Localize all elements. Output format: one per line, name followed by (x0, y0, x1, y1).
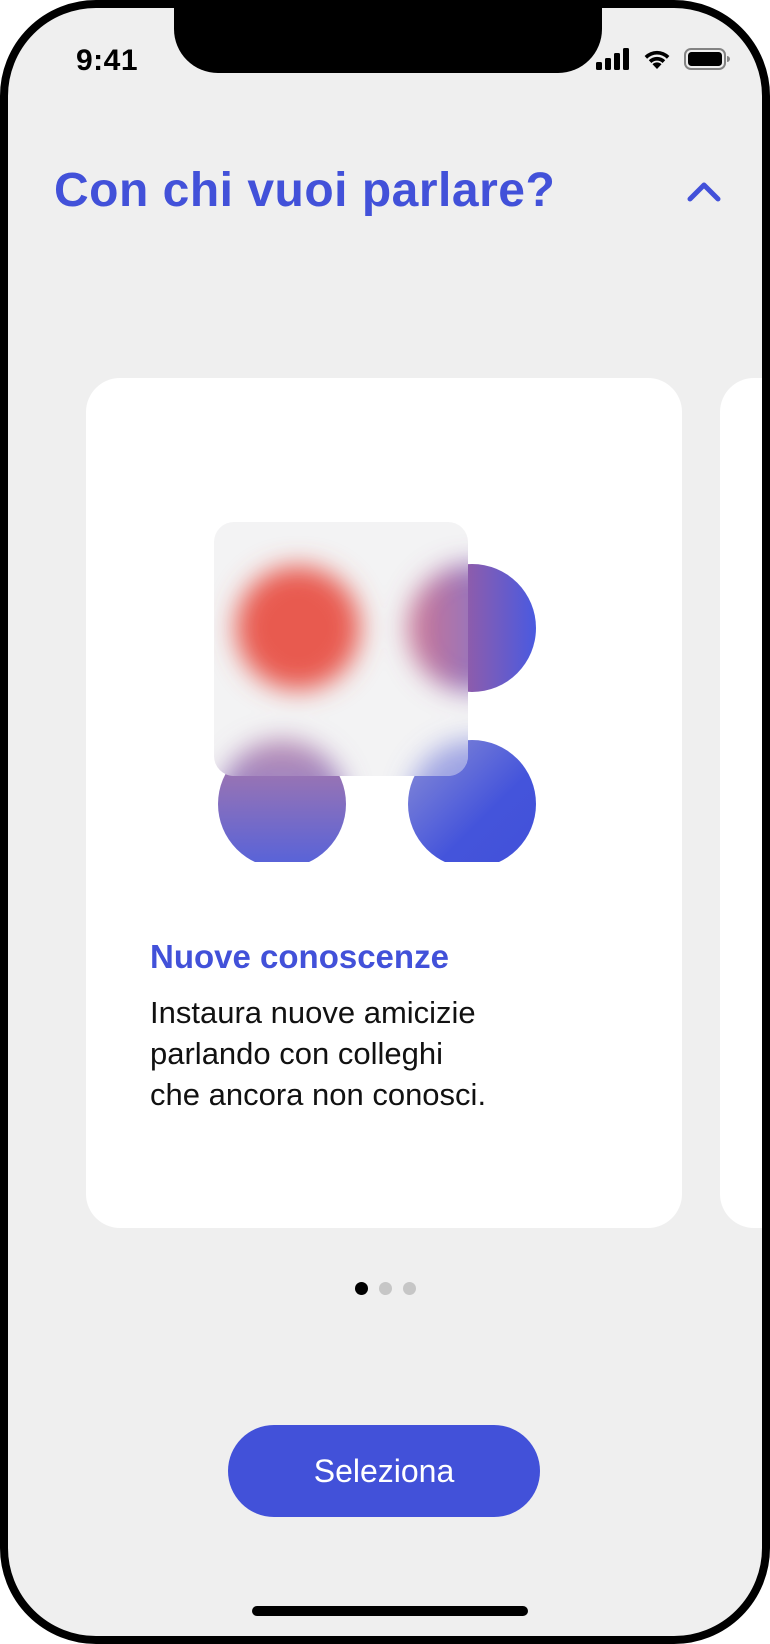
status-time: 9:41 (76, 44, 139, 77)
option-card[interactable]: Nuove conoscenze Instaura nuove amicizie… (86, 378, 682, 1228)
card-heading: Nuove conoscenze (150, 938, 449, 975)
battery-icon (684, 48, 730, 75)
card-description-line: parlando con colleghi (150, 1036, 443, 1071)
pagination-dot[interactable] (402, 1282, 416, 1295)
card-description: Instaura nuove amicizie parlando con col… (150, 992, 570, 1115)
notch (174, 8, 602, 73)
chevron-up-icon (687, 182, 721, 201)
card-description-line: che ancora non conosci. (150, 1077, 487, 1112)
pagination-dot[interactable] (378, 1282, 392, 1295)
collapse-toggle[interactable] (684, 171, 724, 211)
carousel-pagination (8, 1282, 762, 1295)
home-indicator (252, 1606, 528, 1616)
next-option-card[interactable] (720, 378, 762, 1228)
people-illustration (214, 522, 554, 868)
header: Con chi vuoi parlare? (54, 163, 724, 218)
cellular-signal-icon (596, 48, 630, 75)
select-button[interactable]: Seleziona (228, 1425, 540, 1517)
pagination-dot-active[interactable] (354, 1282, 368, 1295)
page-title: Con chi vuoi parlare? (54, 164, 556, 217)
card-description-line: Instaura nuove amicizie (150, 995, 476, 1030)
status-icons (596, 48, 730, 75)
phone-screen: 9:41 Con chi vuoi parlare? Nuove conosce… (0, 0, 770, 1644)
wifi-icon (642, 48, 672, 75)
